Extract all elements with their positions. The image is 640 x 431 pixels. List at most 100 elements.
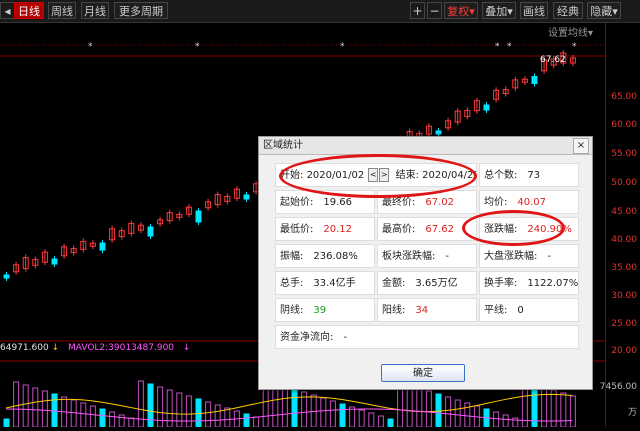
price-axis: 65.00 60.00 55.00 50.00 45.00 40.00 35.0… (600, 23, 640, 427)
volume-bar (406, 384, 413, 428)
volume-bar (118, 414, 125, 428)
volume-bar (22, 384, 29, 428)
close-icon[interactable]: × (573, 138, 589, 154)
volume-bar (147, 383, 154, 428)
avg-value: 40.07 (517, 197, 547, 208)
ok-button[interactable]: 确定 (381, 364, 465, 382)
total-count-cell: 总个数: 73 (479, 163, 579, 187)
down-days-cell: 阴线: 39 (275, 298, 375, 322)
price-tick: 45.00 (611, 207, 637, 217)
volume-bar (99, 408, 106, 428)
marker-icon: * (88, 42, 93, 52)
volume-bar (89, 405, 96, 428)
total-volume-cell: 总手: 33.4亿手 (275, 271, 375, 295)
price-tick: 65.00 (611, 92, 637, 102)
volume-bar (387, 418, 394, 428)
volume-bar (569, 395, 576, 428)
tab-weekly[interactable]: 周线 (48, 2, 76, 19)
volume-bar (176, 392, 183, 428)
vol-value: 33.4亿手 (313, 278, 356, 289)
yincang-button[interactable]: 隐藏▾ (587, 2, 621, 19)
sector-value: - (445, 251, 449, 262)
high-label: 最高价: (382, 224, 416, 235)
turnover-label: 换手率: (484, 278, 518, 289)
volume-bar (560, 392, 567, 428)
fuquan-button[interactable]: 复权▾ (444, 2, 478, 19)
close-value: 67.02 (425, 197, 455, 208)
arrow-down-icon: ↓ (51, 343, 60, 353)
annotation-circle-date-range (279, 154, 477, 198)
amp-value: 236.08% (313, 251, 358, 262)
volume-bar (435, 393, 442, 428)
price-tick: 40.00 (611, 235, 637, 245)
amount-cell: 金额: 3.65万亿 (377, 271, 477, 295)
volume-bar (3, 418, 10, 428)
chevron-down-icon: ▾ (588, 28, 594, 39)
volume-bar (339, 403, 346, 428)
zoom-in-icon[interactable]: + (410, 2, 425, 19)
volume-bar (320, 397, 327, 428)
mavol2-value: MAVOL2:39013487.900 (67, 343, 175, 353)
open-value: 19.66 (323, 197, 353, 208)
zoom-out-icon[interactable]: − (427, 2, 442, 19)
range-stats-dialog: 区域统计 × 开始: 2020/01/02 < > 结束: 2020/04/22 … (258, 136, 593, 390)
tab-monthly[interactable]: 月线 (81, 2, 109, 19)
price-tick: 60.00 (611, 120, 637, 130)
volume-bar (502, 414, 509, 428)
latest-price-tag: 67.62 (540, 55, 566, 65)
arrow-down-icon: ↓ (182, 343, 191, 353)
price-tick: 25.00 (611, 319, 637, 329)
volume-bar (349, 406, 356, 428)
amplitude-cell: 振幅: 236.08% (275, 244, 375, 268)
price-tick: 35.00 (611, 263, 637, 273)
flat-value: 0 (517, 305, 524, 316)
ma-settings-label: 设置均线 (548, 28, 588, 39)
volume-bar (41, 390, 48, 428)
diejia-button[interactable]: 叠加▾ (482, 2, 516, 19)
volume-bar (205, 401, 212, 428)
volume-bar (157, 386, 164, 428)
volume-bar (425, 390, 432, 428)
marker-icon: * (195, 42, 200, 52)
yincang-label: 隐藏 (590, 5, 613, 18)
candle-body (99, 242, 106, 251)
up-days-label: 阳线: (382, 305, 406, 316)
price-tick: 30.00 (611, 291, 637, 301)
tab-more-periods[interactable]: 更多周期 (114, 2, 168, 19)
tab-daily[interactable]: 日线 (14, 2, 44, 19)
net-flow-cell: 资金净流向: - (275, 325, 579, 349)
volume-bar (253, 416, 260, 428)
marker-icon: * (572, 42, 577, 52)
volume-bar (137, 380, 144, 428)
candle-body (243, 194, 250, 200)
huaxian-button[interactable]: 画线 (520, 2, 548, 19)
index-label: 大盘涨跌幅: (484, 251, 538, 262)
candle-body (3, 274, 10, 279)
volume-bar (454, 399, 461, 428)
low-label: 最低价: (280, 224, 314, 235)
down-days-value: 39 (313, 305, 327, 316)
annotation-circle-change (462, 210, 565, 246)
volume-bar (70, 399, 77, 428)
index-change-cell: 大盘涨跌幅: - (479, 244, 579, 268)
price-tick: 55.00 (611, 149, 637, 159)
candle-body (435, 130, 442, 135)
high-value: 67.62 (425, 224, 455, 235)
candle-body (51, 258, 58, 265)
back-icon[interactable]: ◂ (0, 2, 15, 19)
netflow-value: - (343, 332, 347, 343)
jingdian-button[interactable]: 经典 (553, 2, 583, 19)
up-days-cell: 阳线: 34 (377, 298, 477, 322)
chevron-down-icon: ▾ (507, 5, 513, 18)
volume-bar (512, 417, 519, 428)
volume-bar (291, 388, 298, 428)
volume-bar (329, 400, 336, 428)
volume-bar (185, 395, 192, 428)
toolbar: ◂ 日线 周线 月线 更多周期 + − 复权▾ 叠加▾ 画线 经典 隐藏▾ (0, 0, 640, 23)
down-days-label: 阴线: (280, 305, 304, 316)
volume-ma-legend: 64971.600 ↓ MAVOL2:39013487.900 ↓ (0, 343, 190, 353)
low-price-cell: 最低价: 20.12 (275, 217, 375, 241)
volume-bar (493, 411, 500, 428)
ma-settings-button[interactable]: 设置均线▾ (548, 24, 593, 39)
candle-body (531, 76, 538, 84)
